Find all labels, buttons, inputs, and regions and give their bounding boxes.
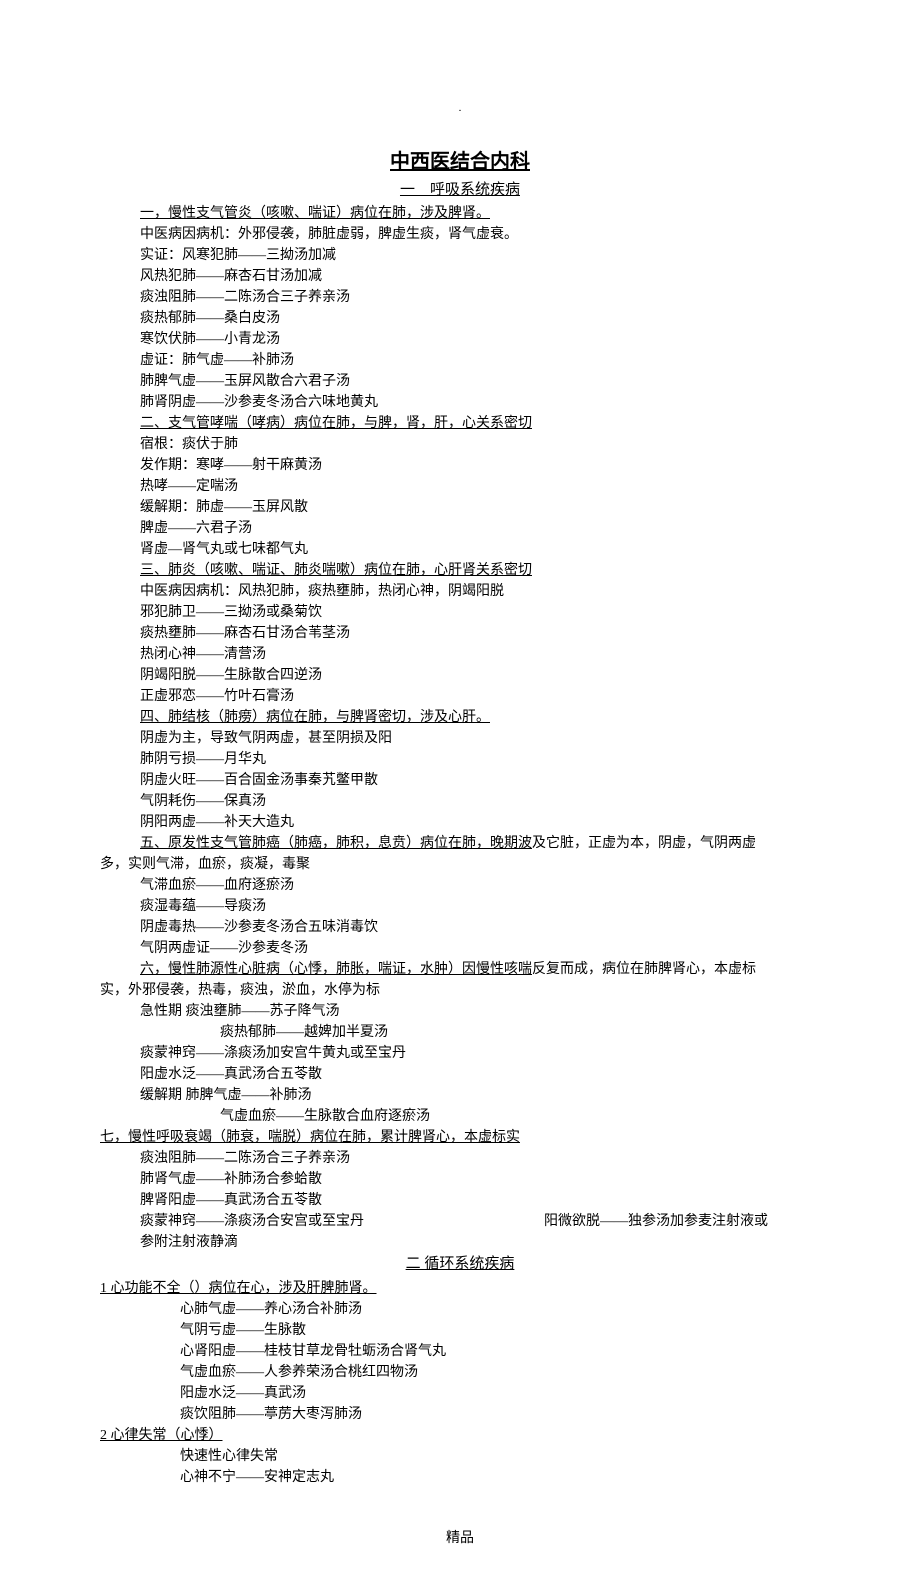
text-line: 2 心律失常（心悸）	[100, 1425, 820, 1446]
text-underlined: 1 心功能不全（）病位在心，涉及肝脾肺肾。	[100, 1281, 377, 1296]
text-line: 阴竭阳脱——生脉散合四逆汤	[140, 665, 820, 686]
text-line: 气阴亏虚——生脉散	[180, 1320, 820, 1341]
text-line: 气阴两虚证——沙参麦冬汤	[140, 938, 820, 959]
text-span: 痰蒙神窍——涤痰汤合安宫或至宝丹	[140, 1214, 364, 1229]
text-span: 阳微欲脱——独参汤加参麦注射液或	[544, 1211, 768, 1232]
text-line: 三、肺炎（咳嗽、喘证、肺炎喘嗽）病位在肺，心肝肾关系密切	[140, 560, 820, 581]
text-line: 脾虚——六君子汤	[140, 518, 820, 539]
text-line: 气滞血瘀——血府逐瘀汤	[140, 875, 820, 896]
text-line: 肺阴亏损——月华丸	[140, 749, 820, 770]
text-underlined: 二、支气管哮喘（哮病）病位在肺，与脾，肾，肝，心关系密切	[140, 416, 532, 431]
text-line: 肾虚—肾气丸或七味都气丸	[140, 539, 820, 560]
text-line: 热闭心神——清营汤	[140, 644, 820, 665]
text-line: 气阴耗伤——保真汤	[140, 791, 820, 812]
text-underlined: 四、肺结核（肺痨）病位在肺，与脾肾密切，涉及心肝。	[140, 710, 490, 725]
text-line: 痰蒙神窍——涤痰汤加安宫牛黄丸或至宝丹	[140, 1043, 820, 1064]
text-line: 正虚邪恋——竹叶石膏汤	[140, 686, 820, 707]
text-span: 反复而成，病位在肺脾肾心，本虚标	[532, 962, 756, 977]
text-line: 热哮——定喘汤	[140, 476, 820, 497]
section-1-title: 一 呼吸系统疾病	[100, 179, 820, 202]
text-underlined: 七，慢性呼吸衰竭（肺衰，喘脱）病位在肺，累计脾肾心，本虚标实	[100, 1130, 520, 1145]
text-line: 参附注射液静滴	[140, 1232, 820, 1253]
text-line: 阳虚水泛——真武汤合五苓散	[140, 1064, 820, 1085]
text-underlined: 三、肺炎（咳嗽、喘证、肺炎喘嗽）病位在肺，心肝肾关系密切	[140, 563, 532, 578]
text-line: 肺脾气虚——玉屏风散合六君子汤	[140, 371, 820, 392]
text-line: 阴阳两虚——补天大造丸	[140, 812, 820, 833]
text-line: 邪犯肺卫——三拗汤或桑菊饮	[140, 602, 820, 623]
section-2-title: 二 循环系统疾病	[100, 1253, 820, 1276]
text-line: 气虚血瘀——生脉散合血府逐瘀汤	[220, 1106, 820, 1127]
text-line: 肺肾阴虚——沙参麦冬汤合六味地黄丸	[140, 392, 820, 413]
text-line: 缓解期 肺脾气虚——补肺汤	[140, 1085, 820, 1106]
text-underlined: 六，慢性肺源性心脏病（心悸，肺胀，喘证，水肿）因慢性咳喘	[140, 962, 532, 977]
text-line: 中医病因病机：风热犯肺，痰热壅肺，热闭心神，阴竭阳脱	[140, 581, 820, 602]
text-line: 肺肾气虚——补肺汤合参蛤散	[140, 1169, 820, 1190]
text-line: 心肾阳虚——桂枝甘草龙骨牡蛎汤合肾气丸	[180, 1341, 820, 1362]
text-line: 痰浊阻肺——二陈汤合三子养亲汤	[140, 1148, 820, 1169]
text-line: 急性期 痰浊壅肺——苏子降气汤	[140, 1001, 820, 1022]
text-line: 痰浊阻肺——二陈汤合三子养亲汤	[140, 287, 820, 308]
text-line: 痰热郁肺——桑白皮汤	[140, 308, 820, 329]
header-mark: .	[100, 100, 820, 117]
text-underlined: 2 心律失常（心悸）	[100, 1428, 223, 1443]
text-line: 寒饮伏肺——小青龙汤	[140, 329, 820, 350]
text-line: 1 心功能不全（）病位在心，涉及肝脾肺肾。	[100, 1278, 820, 1299]
text-line: 痰蒙神窍——涤痰汤合安宫或至宝丹 阳微欲脱——独参汤加参麦注射液或	[140, 1211, 820, 1232]
text-underlined: 一，慢性支气管炎（咳嗽、喘证）病位在肺，涉及脾肾。	[140, 206, 490, 221]
text-line: 阴虚为主，导致气阴两虚，甚至阴损及阳	[140, 728, 820, 749]
footer-text: 精品	[100, 1528, 820, 1549]
text-line: 阴虚火旺——百合固金汤事秦艽鳖甲散	[140, 770, 820, 791]
text-line: 五、原发性支气管肺癌（肺癌，肺积，息贲）病位在肺，晚期波及它脏，正虚为本，阴虚，…	[140, 833, 820, 854]
text-line: 四、肺结核（肺痨）病位在肺，与脾肾密切，涉及心肝。	[140, 707, 820, 728]
text-line: 阴虚毒热——沙参麦冬汤合五味消毒饮	[140, 917, 820, 938]
text-line: 二、支气管哮喘（哮病）病位在肺，与脾，肾，肝，心关系密切	[140, 413, 820, 434]
main-title: 中西医结合内科	[100, 147, 820, 177]
text-line: 虚证：肺气虚——补肺汤	[140, 350, 820, 371]
text-line: 中医病因病机：外邪侵袭，肺脏虚弱，脾虚生痰，肾气虚衰。	[140, 224, 820, 245]
text-line: 实，外邪侵袭，热毒，痰浊，淤血，水停为标	[100, 980, 820, 1001]
text-line: 一，慢性支气管炎（咳嗽、喘证）病位在肺，涉及脾肾。	[140, 203, 820, 224]
text-line: 阳虚水泛——真武汤	[180, 1383, 820, 1404]
text-line: 快速性心律失常	[180, 1446, 820, 1467]
text-line: 宿根：痰伏于肺	[140, 434, 820, 455]
text-line: 痰热壅肺——麻杏石甘汤合苇茎汤	[140, 623, 820, 644]
text-line: 风热犯肺——麻杏石甘汤加减	[140, 266, 820, 287]
text-line: 六，慢性肺源性心脏病（心悸，肺胀，喘证，水肿）因慢性咳喘反复而成，病位在肺脾肾心…	[140, 959, 820, 980]
text-line: 痰饮阻肺——葶苈大枣泻肺汤	[180, 1404, 820, 1425]
text-line: 缓解期：肺虚——玉屏风散	[140, 497, 820, 518]
text-line: 心神不宁——安神定志丸	[180, 1467, 820, 1488]
text-line: 多，实则气滞，血瘀，痰凝，毒聚	[100, 854, 820, 875]
text-line: 脾肾阳虚——真武汤合五苓散	[140, 1190, 820, 1211]
text-line: 七，慢性呼吸衰竭（肺衰，喘脱）病位在肺，累计脾肾心，本虚标实	[100, 1127, 820, 1148]
text-line: 实证：风寒犯肺——三拗汤加减	[140, 245, 820, 266]
text-line: 痰热郁肺——越婢加半夏汤	[220, 1022, 820, 1043]
text-underlined: 五、原发性支气管肺癌（肺癌，肺积，息贲）病位在肺，晚期波	[140, 836, 532, 851]
text-line: 痰湿毒蕴——导痰汤	[140, 896, 820, 917]
text-line: 发作期：寒哮——射干麻黄汤	[140, 455, 820, 476]
text-span: 及它脏，正虚为本，阴虚，气阴两虚	[532, 836, 756, 851]
text-line: 气虚血瘀——人参养荣汤合桃红四物汤	[180, 1362, 820, 1383]
